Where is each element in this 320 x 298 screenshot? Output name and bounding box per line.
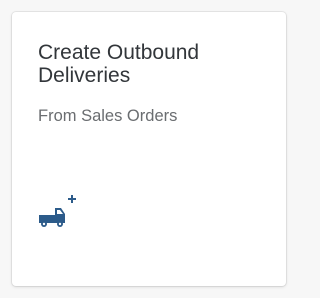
tile-subtitle: From Sales Orders (38, 107, 178, 125)
app-tile[interactable]: Create Outbound Deliveries From Sales Or… (12, 12, 286, 286)
tile-title: Create Outbound Deliveries (38, 41, 200, 87)
truck-add-icon (38, 192, 82, 236)
